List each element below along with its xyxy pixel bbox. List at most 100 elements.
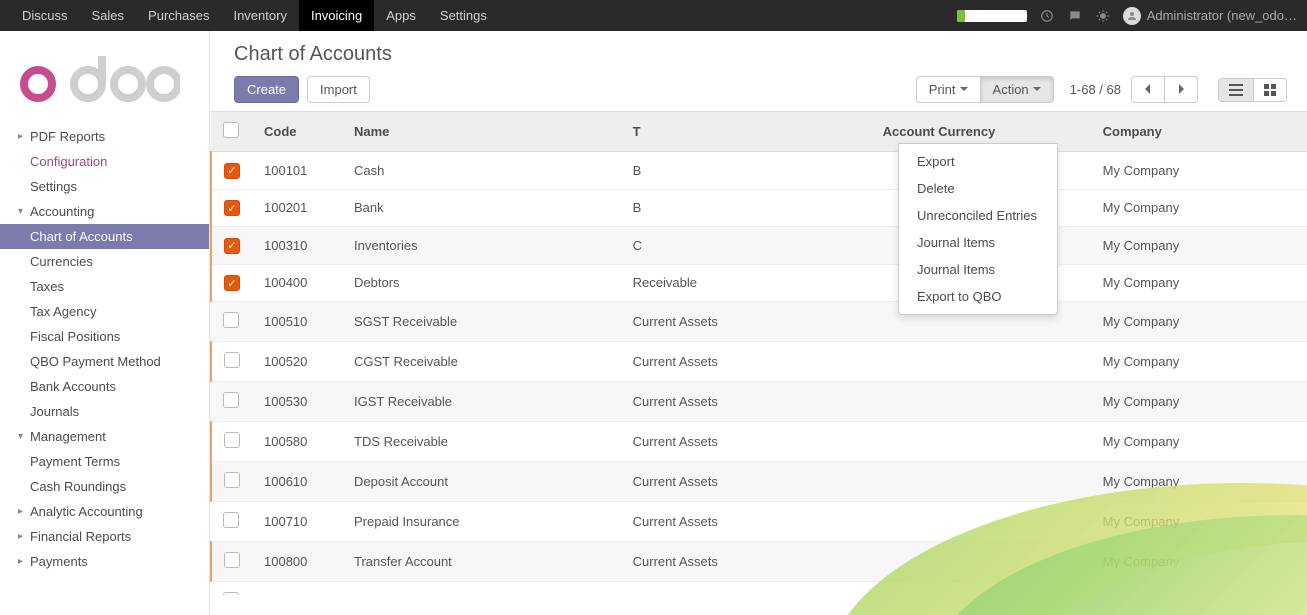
table-row[interactable]: 100530IGST ReceivableCurrent AssetsMy Co… <box>211 382 1307 422</box>
table-row[interactable]: 100400DebtorsReceivableMy Company <box>211 264 1307 302</box>
cell-code: 100520 <box>252 342 342 382</box>
kanban-view-button[interactable] <box>1253 79 1286 101</box>
cell-currency <box>871 382 1091 422</box>
cell-name: TDS Receivable <box>342 422 621 462</box>
clock-icon[interactable] <box>1039 8 1055 24</box>
avatar-icon <box>1123 7 1141 25</box>
caret-icon: ▾ <box>18 206 26 217</box>
col-code[interactable]: Code <box>252 112 342 152</box>
cell-name: Debtors <box>342 264 621 302</box>
cell-type: Fixed Assets <box>621 582 871 596</box>
cell-code: 100510 <box>252 302 342 342</box>
row-checkbox[interactable] <box>224 163 240 179</box>
cell-currency <box>871 502 1091 542</box>
pager-prev-button[interactable] <box>1131 76 1165 103</box>
cell-type: B <box>621 152 871 190</box>
table-row[interactable]: 100520CGST ReceivableCurrent AssetsMy Co… <box>211 342 1307 382</box>
sidebar-group-pdf-reports[interactable]: ▸PDF Reports <box>0 124 209 149</box>
cell-code: 101100 <box>252 582 342 596</box>
caret-icon: ▾ <box>18 431 26 442</box>
row-checkbox[interactable] <box>224 552 240 568</box>
action-button[interactable]: Action <box>980 76 1054 103</box>
table-row[interactable]: 100710Prepaid InsuranceCurrent AssetsMy … <box>211 502 1307 542</box>
sidebar-group-analytic-accounting[interactable]: ▸Analytic Accounting <box>0 499 209 524</box>
chat-icon[interactable] <box>1067 8 1083 24</box>
print-button[interactable]: Print <box>916 76 981 103</box>
sidebar-item-bank-accounts[interactable]: Bank Accounts <box>0 374 209 399</box>
caret-icon: ▸ <box>18 556 26 567</box>
pager-next-button[interactable] <box>1164 76 1198 103</box>
action-dropdown: ExportDeleteUnreconciled EntriesJournal … <box>898 143 1058 315</box>
user-label: Administrator (new_odo… <box>1147 8 1297 23</box>
cell-company: My Company <box>1091 462 1307 502</box>
sidebar-group-financial-reports[interactable]: ▸Financial Reports <box>0 524 209 549</box>
table-row[interactable]: 100310InventoriesCMy Company <box>211 227 1307 265</box>
list-view-button[interactable] <box>1219 79 1253 101</box>
row-checkbox[interactable] <box>223 592 239 595</box>
cell-name: Bank <box>342 189 621 227</box>
row-checkbox[interactable] <box>224 275 240 291</box>
sidebar-item-settings[interactable]: Settings <box>0 174 209 199</box>
table-row[interactable]: 100580TDS ReceivableCurrent AssetsMy Com… <box>211 422 1307 462</box>
import-button[interactable]: Import <box>307 76 370 103</box>
table-row[interactable]: 100610Deposit AccountCurrent AssetsMy Co… <box>211 462 1307 502</box>
main-area: Chart of Accounts Create Import Print Ac… <box>210 31 1307 615</box>
nav-purchases[interactable]: Purchases <box>136 0 221 31</box>
dropdown-item-export[interactable]: Export <box>899 148 1057 175</box>
cell-type: Current Assets <box>621 542 871 582</box>
row-checkbox[interactable] <box>223 312 239 328</box>
sidebar-item-currencies[interactable]: Currencies <box>0 249 209 274</box>
sidebar-item-cash-roundings[interactable]: Cash Roundings <box>0 474 209 499</box>
dropdown-item-journal-items[interactable]: Journal Items <box>899 256 1057 283</box>
col-type[interactable]: T <box>621 112 871 152</box>
sidebar-group-payments[interactable]: ▸Payments <box>0 549 209 574</box>
sidebar-item-chart-of-accounts[interactable]: Chart of Accounts <box>0 224 209 249</box>
cell-company: My Company <box>1091 542 1307 582</box>
sidebar-item-fiscal-positions[interactable]: Fiscal Positions <box>0 324 209 349</box>
sidebar-item-qbo-payment-method[interactable]: QBO Payment Method <box>0 349 209 374</box>
table-row[interactable]: 100510SGST ReceivableCurrent AssetsMy Co… <box>211 302 1307 342</box>
cell-name: Deposit Account <box>342 462 621 502</box>
col-name[interactable]: Name <box>342 112 621 152</box>
nav-inventory[interactable]: Inventory <box>221 0 298 31</box>
cell-code: 100310 <box>252 227 342 265</box>
user-menu[interactable]: Administrator (new_odo… <box>1123 7 1297 25</box>
cell-company: My Company <box>1091 382 1307 422</box>
table-row[interactable]: 100201BankBMy Company <box>211 189 1307 227</box>
caret-icon: ▸ <box>18 531 26 542</box>
nav-sales[interactable]: Sales <box>80 0 137 31</box>
row-checkbox[interactable] <box>224 200 240 216</box>
select-all-checkbox[interactable] <box>223 122 239 138</box>
dropdown-item-delete[interactable]: Delete <box>899 175 1057 202</box>
dropdown-item-journal-items[interactable]: Journal Items <box>899 229 1057 256</box>
sidebar-item-tax-agency[interactable]: Tax Agency <box>0 299 209 324</box>
cell-currency <box>871 462 1091 502</box>
row-checkbox[interactable] <box>224 472 240 488</box>
nav-settings[interactable]: Settings <box>428 0 499 31</box>
row-checkbox[interactable] <box>224 352 240 368</box>
sidebar-group-accounting[interactable]: ▾Accounting <box>0 199 209 224</box>
col-company[interactable]: Company <box>1091 112 1307 152</box>
nav-apps[interactable]: Apps <box>374 0 428 31</box>
sidebar-item-taxes[interactable]: Taxes <box>0 274 209 299</box>
cell-currency <box>871 542 1091 582</box>
sidebar-group-configuration[interactable]: Configuration <box>0 149 209 174</box>
create-button[interactable]: Create <box>234 76 299 103</box>
table-row[interactable]: 100101CashBMy Company <box>211 152 1307 190</box>
table-row[interactable]: 100800Transfer AccountCurrent AssetsMy C… <box>211 542 1307 582</box>
row-checkbox[interactable] <box>223 392 239 408</box>
nav-discuss[interactable]: Discuss <box>10 0 80 31</box>
sidebar-item-payment-terms[interactable]: Payment Terms <box>0 449 209 474</box>
nav-invoicing[interactable]: Invoicing <box>299 0 374 31</box>
row-checkbox[interactable] <box>224 238 240 254</box>
sidebar-item-journals[interactable]: Journals <box>0 399 209 424</box>
bug-icon[interactable] <box>1095 8 1111 24</box>
dropdown-item-unreconciled-entries[interactable]: Unreconciled Entries <box>899 202 1057 229</box>
sidebar-group-management[interactable]: ▾Management <box>0 424 209 449</box>
cell-type: B <box>621 189 871 227</box>
dropdown-item-export-to-qbo[interactable]: Export to QBO <box>899 283 1057 310</box>
row-checkbox[interactable] <box>224 432 240 448</box>
row-checkbox[interactable] <box>223 512 239 528</box>
cell-type: Current Assets <box>621 502 871 542</box>
table-row[interactable]: 101100BuildingsFixed AssetsMy Company <box>211 582 1307 596</box>
